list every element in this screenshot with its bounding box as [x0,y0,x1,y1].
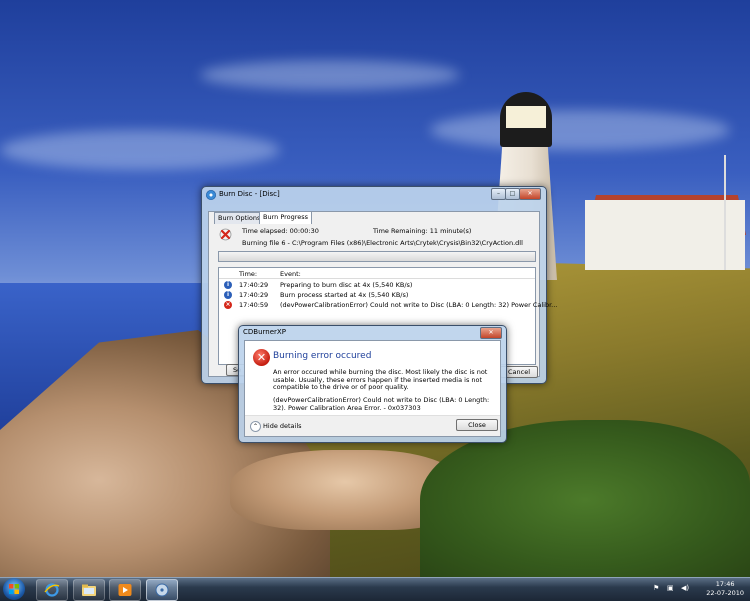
clock-time: 17:46 [715,580,735,588]
minimize-button[interactable]: – [491,188,506,200]
burn-progress-bar [218,251,536,262]
error-icon: × [224,301,232,309]
error-heading: Burning error occured [273,351,372,361]
error-dialog-title: CDBurnerXP [243,328,286,336]
cdburnerxp-app-icon [206,190,216,200]
flag-pole [724,155,726,270]
media-player-icon [118,584,132,596]
taskbar-internet-explorer[interactable] [36,579,68,601]
keeper-house [585,200,745,270]
log-row-time: 17:40:29 [239,291,269,299]
action-center-flag-icon[interactable]: ⚑ [653,584,659,592]
taskbar: ⚑ ▣ ◀) 17:46 22-07-2010 [0,577,750,601]
log-row-time: 17:40:59 [239,301,269,309]
folder-icon [82,584,96,596]
burn-window-titlebar[interactable]: Burn Disc - [Disc] – □ ✕ [202,187,546,203]
cdburnerxp-error-dialog: CDBurnerXP ✕ ✕ Burning error occured An … [238,325,507,443]
log-col-event[interactable]: Event: [280,270,301,278]
network-icon[interactable]: ▣ [667,584,674,592]
maximize-button[interactable]: □ [505,188,520,200]
hide-details-link[interactable]: Hide details [263,422,302,430]
burning-file-path: Burning file 6 - C:\Program Files (x86)\… [242,239,523,247]
burn-window-title: Burn Disc - [Disc] [219,190,280,198]
info-icon: i [224,281,232,289]
error-dialog-body: ✕ Burning error occured An error occured… [244,340,501,437]
close-window-button[interactable]: ✕ [519,188,541,200]
taskbar-cdburnerxp[interactable] [146,579,178,601]
log-header: Time: Event: [219,268,535,279]
time-elapsed: Time elapsed: 00:00:30 [242,227,319,235]
time-remaining: Time Remaining: 11 minute(s) [373,227,472,235]
flower-bushes [420,420,750,577]
cdburnerxp-icon [155,583,169,597]
internet-explorer-icon [44,583,60,597]
close-button[interactable]: Close [456,419,498,431]
taskbar-media-player[interactable] [109,579,141,601]
lighthouse-glass [506,106,546,128]
burn-error-status-icon [219,228,232,241]
tab-burn-options[interactable]: Burn Options [214,212,265,224]
log-col-time[interactable]: Time: [239,270,257,278]
log-row-time: 17:40:29 [239,281,269,289]
log-row-event: Burn process started at 4x (5,540 KB/s) [280,291,409,299]
error-details: (devPowerCalibrationError) Could not wri… [273,396,490,412]
start-button[interactable] [3,578,25,600]
taskbar-clock[interactable]: 17:46 22-07-2010 [706,580,744,598]
error-dialog-close-icon[interactable]: ✕ [480,327,502,339]
error-message: An error occured while burning the disc.… [273,368,488,391]
tab-burn-progress[interactable]: Burn Progress [259,211,313,224]
taskbar-windows-explorer[interactable] [73,579,105,601]
error-dialog-footer: ⌃ Hide details Close [245,415,500,436]
log-row-event: (devPowerCalibrationError) Could not wri… [280,301,558,309]
chevron-up-icon[interactable]: ⌃ [250,421,261,432]
clock-date: 22-07-2010 [706,589,744,597]
log-row-event: Preparing to burn disc at 4x (5,540 KB/s… [280,281,413,289]
volume-icon[interactable]: ◀) [681,584,689,592]
info-icon: i [224,291,232,299]
windows-logo-icon [9,584,19,594]
error-icon: ✕ [253,349,270,366]
